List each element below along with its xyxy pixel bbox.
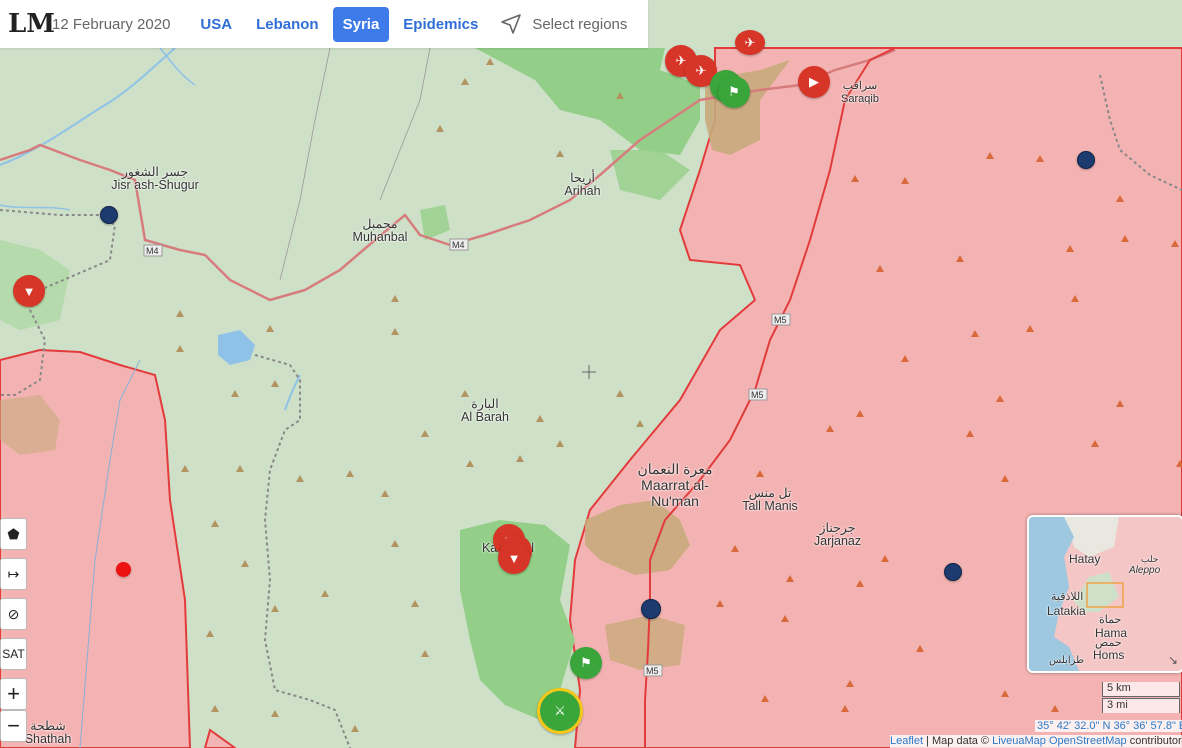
minimap-label-latakia: Latakia [1047,604,1086,618]
place-en: Jisr ash-Shugur [111,178,199,192]
measure-route-button[interactable]: ↦ [0,558,27,590]
leaflet-link[interactable]: Leaflet [890,735,923,747]
tab-usa[interactable]: USA [190,7,242,42]
place-shathah[interactable]: شطحة Shathah [18,720,78,746]
draw-polygon-button[interactable]: ⬟ [0,518,27,550]
liveuamap-link[interactable]: LiveuaMap [992,735,1046,747]
minimap-label-aleppo: Aleppo [1129,565,1161,576]
scale-km: 5 km [1102,682,1180,697]
place-en: Arihah [564,184,601,198]
minus-icon: − [7,713,20,738]
place-saraqib[interactable]: سراقب Saraqib [830,80,890,106]
road-label-m4-east: M4 [452,240,465,250]
opposition-flag-icon[interactable]: ⚑ [570,647,602,679]
place-ar: سراقب [842,80,878,92]
road-label-m5-mid: M5 [751,390,764,400]
place-en: Tall Manis [742,499,798,513]
date-selector[interactable]: 12 February 2020 [52,16,170,33]
scale-mi: 3 mi [1102,698,1180,713]
top-bar: LM 12 February 2020 USA Lebanon Syria Ep… [0,0,648,48]
event-dot-icon[interactable] [116,562,131,577]
place-en: Saraqib [841,93,879,105]
road-label-m5-north: M5 [774,315,787,325]
road-label-m5-south: M5 [646,666,659,676]
place-en: Jarjanaz [813,534,862,548]
place-arihah[interactable]: أريحا Arihah [550,172,615,198]
satellite-toggle-button[interactable]: SAT [0,638,27,670]
place-en: Muhanbal [352,230,408,244]
opposition-flag-icon[interactable]: ⚑ [718,76,750,108]
hide-markers-button[interactable]: ⊘ [0,598,27,630]
minimap-label-homs: Homs [1093,648,1125,662]
military-base-icon[interactable] [100,206,118,224]
place-al-barah[interactable]: البارة Al Barah [455,398,515,424]
airstrike-icon[interactable]: ✈ [735,30,765,55]
military-base-icon[interactable] [1077,151,1095,169]
map-attribution: Leaflet | Map data © LiveuaMap OpenStree… [890,735,1182,748]
navigation-arrow-icon [501,14,522,34]
minimap-label-tripoli-ar: طرابلس [1049,655,1085,666]
place-jisr-ash-shugur[interactable]: جسر الشغور Jisr ash-Shugur [100,166,210,192]
place-muhanbal[interactable]: محمبل Muhanbal [345,218,415,244]
tab-lebanon[interactable]: Lebanon [246,7,329,42]
satellite-label: SAT [2,647,25,661]
bomb-icon[interactable]: ▼ [13,275,45,307]
attribution-tail: contributors [1126,735,1182,747]
road-label-m4-west: M4 [146,246,159,256]
place-en: Shathah [24,732,72,746]
place-jarjanaz[interactable]: جرجناز Jarjanaz [805,522,870,548]
video-icon[interactable]: ▶ [798,66,830,98]
map-canvas[interactable]: M4 M4 M5 M5 M5 [0,0,1182,748]
select-regions-button[interactable]: Select regions [500,13,627,35]
cursor-coordinates: 35° 42' 32.0" N 36° 36' 57.8" E [1035,720,1182,732]
eye-off-icon: ⊘ [7,605,20,622]
military-base-icon[interactable] [944,563,962,581]
tab-epidemics[interactable]: Epidemics [393,7,488,42]
minimap-label-hatay: Hatay [1069,552,1101,566]
minimap-collapse-icon[interactable]: ↘ [1168,653,1178,667]
attribution-sep: | Map data © [923,735,993,747]
place-en: Al Barah [461,410,509,424]
zoom-in-button[interactable]: + [0,678,27,710]
plus-icon: + [7,681,20,706]
place-ar: معرة النعمان [637,461,713,477]
place-en: Maarrat al-Nu'man [641,477,709,509]
rifle-icon[interactable]: ⚔ [537,688,583,734]
bomb-icon[interactable]: ▼ [498,542,530,574]
minimap[interactable]: Hatay حلب Aleppo اللاذقية Latakia حماة H… [1027,515,1182,673]
select-regions-label: Select regions [532,15,628,33]
place-tall-manis[interactable]: تل منس Tall Manis [735,487,805,513]
route-icon: ↦ [7,565,20,582]
liveuamap-logo[interactable]: LM [8,9,55,39]
military-base-icon[interactable] [641,599,661,619]
polygon-icon: ⬟ [7,525,20,542]
osm-link[interactable]: OpenStreetMap [1049,735,1127,747]
zoom-out-button[interactable]: − [0,710,27,742]
tab-syria[interactable]: Syria [332,6,390,42]
minimap-label-latakia-ar: اللاذقية [1051,591,1084,603]
place-maarrat-al-numan[interactable]: معرة النعمان Maarrat al-Nu'man [630,461,720,509]
